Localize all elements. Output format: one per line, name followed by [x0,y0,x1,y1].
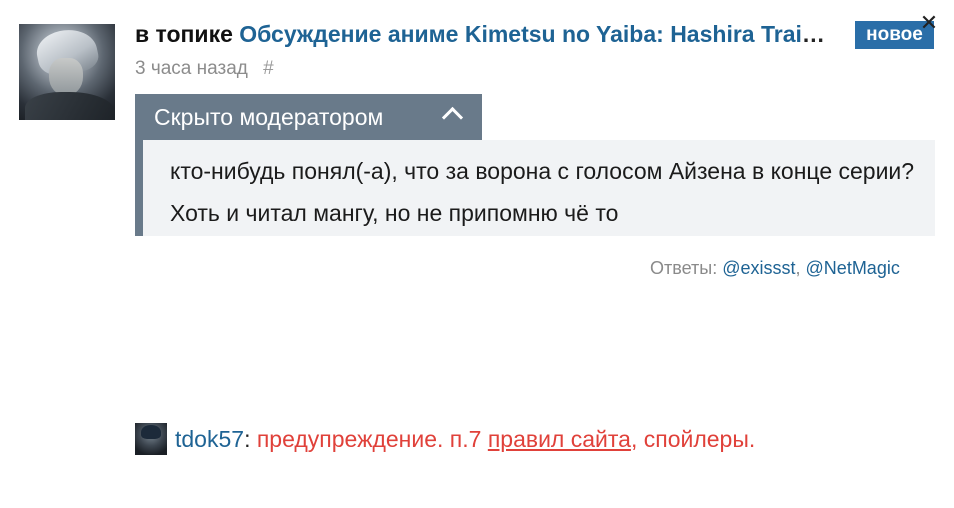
moderated-toggle[interactable]: Скрыто модератором [135,94,482,140]
avatar-body [25,92,115,120]
replies-label: Ответы: [650,258,718,278]
topic-prefix: в топике [135,21,233,47]
reply-link-exissst[interactable]: @exissst [722,258,795,278]
close-icon[interactable]: ✕ [918,12,940,34]
warning-suffix: , спойлеры. [630,426,756,452]
moderator-colon: : [244,426,251,452]
comment-meta: 3 часа назад # [135,58,274,80]
replies-separator: , [795,258,806,278]
rules-link[interactable]: правил сайта [488,426,631,452]
moderator-avatar-hair [141,425,161,439]
moderator-avatar[interactable] [135,423,167,455]
avatar-face [49,58,83,96]
topic-link[interactable]: Обсуждение аниме Kimetsu no Yaiba: Hashi… [239,21,835,47]
moderator-username[interactable]: tdok57 [175,426,244,452]
reply-link-netmagic[interactable]: @NetMagic [806,258,900,278]
comment-header: в топике Обсуждение аниме Kimetsu no Yai… [135,19,835,49]
moderated-label: Скрыто модератором [154,104,384,130]
replies-line: Ответы: @exissst, @NetMagic [650,258,900,279]
chevron-up-icon [441,106,464,129]
moderator-note: tdok57: предупреждение. п.7 правил сайта… [175,423,755,455]
timestamp: 3 часа назад [135,58,248,79]
moderated-comment-body: кто-нибудь понял(-а), что за ворона с го… [135,140,935,236]
permalink-icon[interactable]: # [263,58,274,79]
user-avatar[interactable] [19,24,115,120]
warning-prefix: предупреждение. п.7 [256,426,482,452]
